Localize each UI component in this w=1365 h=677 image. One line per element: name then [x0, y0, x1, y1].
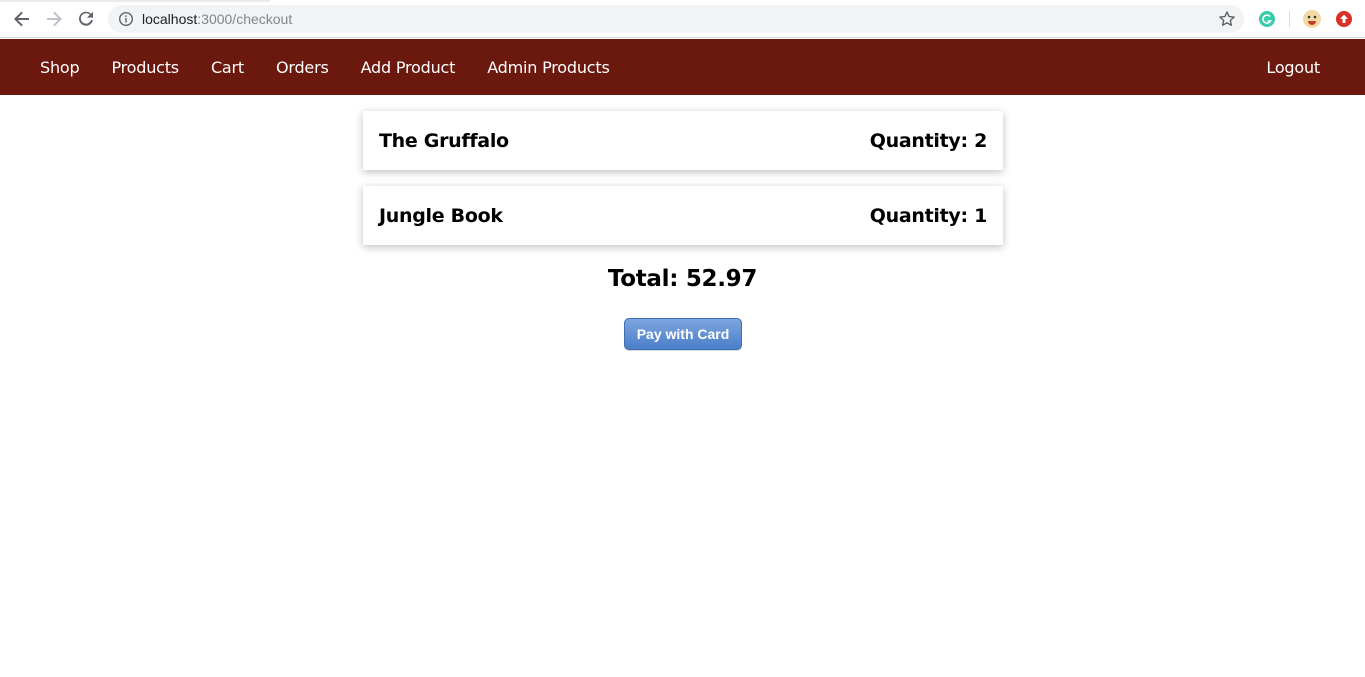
toolbar-separator [1289, 11, 1290, 27]
url-text[interactable]: localhost:3000/checkout [142, 10, 292, 28]
arrow-right-icon [47, 11, 62, 27]
cart-item: The Gruffalo Quantity: 2 [363, 111, 1003, 170]
browser-toolbar: localhost:3000/checkout [0, 0, 1365, 38]
nav-link-add-product[interactable]: Add Product [361, 58, 456, 77]
nav-link-shop[interactable]: Shop [40, 58, 80, 77]
arrow-left-icon [14, 11, 29, 27]
grammarly-extension-icon[interactable] [1257, 9, 1277, 29]
main-navbar: Shop Products Cart Orders Add Product Ad… [0, 39, 1365, 95]
logout-button[interactable]: Logout [1266, 58, 1320, 77]
cart-item-list: The Gruffalo Quantity: 2 Jungle Book Qua… [363, 111, 1003, 261]
cart-item-quantity: Quantity: 2 [869, 129, 988, 152]
upload-extension-icon[interactable] [1334, 9, 1354, 29]
address-bar[interactable]: localhost:3000/checkout [108, 5, 1244, 33]
tab-strip [0, 0, 270, 2]
forward-button[interactable] [42, 7, 66, 31]
nav-link-products[interactable]: Products [111, 58, 179, 77]
cart-item: Jungle Book Quantity: 1 [363, 186, 1003, 245]
back-button[interactable] [10, 7, 34, 31]
cart-item-title: The Gruffalo [379, 129, 509, 152]
emoji-extension-icon[interactable] [1302, 9, 1322, 29]
order-total: Total: 52.97 [607, 266, 758, 292]
nav-list: Shop Products Cart Orders Add Product Ad… [24, 39, 626, 95]
pay-with-card-button[interactable]: Pay with Card [624, 318, 742, 350]
reload-button[interactable] [74, 7, 98, 31]
bookmark-star-icon[interactable] [1218, 10, 1236, 28]
info-icon[interactable] [118, 11, 134, 27]
cart-item-quantity: Quantity: 1 [869, 204, 988, 227]
reload-icon [79, 11, 93, 26]
nav-link-admin-products[interactable]: Admin Products [487, 58, 610, 77]
url-host: localhost [142, 11, 198, 27]
cart-item-title: Jungle Book [379, 204, 503, 227]
url-path: :3000/checkout [197, 11, 293, 27]
nav-link-cart[interactable]: Cart [211, 58, 244, 77]
nav-link-orders[interactable]: Orders [276, 58, 329, 77]
